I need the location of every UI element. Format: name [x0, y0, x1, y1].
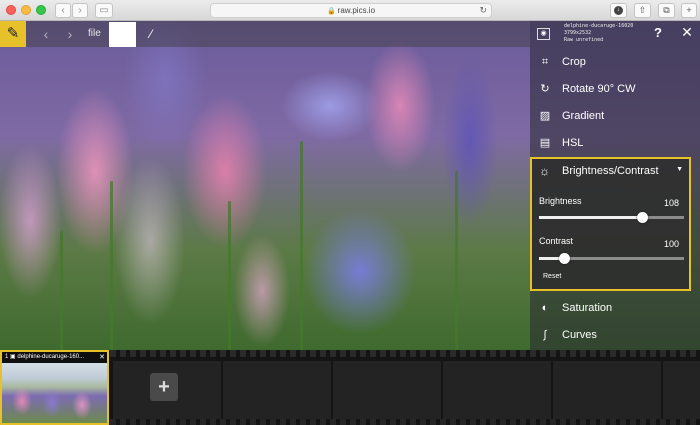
filmstrip-thumbnail[interactable]: 1 ▣ delphine-ducaruge-160... ✕ [0, 350, 109, 425]
flower-stem [300, 141, 303, 350]
rotate-icon: ↻ [540, 83, 550, 95]
menu-item-rotate[interactable]: ↻ Rotate 90° CW [530, 76, 700, 102]
thumbnail-index: 1 [5, 354, 9, 360]
window-close-button[interactable] [6, 5, 16, 15]
add-image-button[interactable]: + [150, 373, 178, 401]
new-tab-button[interactable]: + [681, 3, 697, 18]
hsl-icon: ▤ [539, 137, 551, 149]
collapse-arrow-icon[interactable]: ▼ [676, 166, 683, 173]
pencil-icon: ✎ [6, 25, 20, 42]
brightness-contrast-section: ☼ Brightness/Contrast ▼ Brightness 108 C… [530, 157, 691, 291]
menu-item-label: Rotate 90° CW [562, 83, 636, 95]
share-icon: ⇧ [638, 5, 647, 15]
close-icon[interactable]: ✕ [680, 24, 694, 41]
flower-stem [110, 181, 113, 350]
menu-item-label: Crop [562, 56, 586, 68]
back-button[interactable]: ‹ [55, 3, 71, 18]
lock-icon: 🔒 [326, 8, 336, 15]
url-text: raw.pics.io [337, 6, 376, 15]
gradient-icon: ▨ [539, 110, 551, 122]
sidebar-toggle-button[interactable]: ▭ [95, 3, 113, 18]
flower-stem [455, 171, 458, 350]
downloads-button[interactable]: ↓ [610, 3, 627, 18]
empty-frame [663, 361, 700, 419]
image-metadata: delphine-ducaruge-16020 3799x2532 Raw un… [564, 23, 648, 44]
slider-knob[interactable] [558, 253, 570, 264]
menu-item-hsl[interactable]: ▤ HSL [530, 130, 700, 156]
file-menu[interactable]: file [88, 21, 101, 47]
close-icon[interactable]: ✕ [99, 352, 105, 363]
thumbnail-image [2, 363, 107, 423]
flower-stem [228, 201, 231, 350]
empty-frame [553, 361, 661, 419]
menu-item-crop[interactable]: ⌗ Crop [530, 49, 700, 75]
curves-icon: ∫ [543, 329, 547, 341]
address-bar[interactable]: 🔒 raw.pics.io ↻ [210, 3, 492, 18]
metadata-line: delphine-ducaruge-16020 [564, 23, 634, 29]
contrast-slider[interactable] [539, 253, 684, 264]
empty-frame [333, 361, 441, 419]
contrast-label: Contrast [539, 236, 574, 246]
crop-icon: ⌗ [541, 56, 549, 68]
metadata-line: Raw unrefined [564, 37, 604, 43]
tabs-icon: ⧉ [663, 5, 670, 15]
download-icon: ↓ [614, 6, 623, 16]
tabs-button[interactable]: ⧉ [658, 3, 675, 18]
menu-item-label: HSL [562, 137, 584, 149]
help-icon[interactable]: ? [654, 25, 664, 40]
panel-header: ◉ delphine-ducaruge-16020 3799x2532 Raw … [530, 21, 700, 47]
sun-icon: ☼ [539, 164, 550, 178]
eyedropper-icon[interactable]: ⁄ [143, 21, 159, 47]
menu-item-gradient[interactable]: ▨ Gradient [530, 103, 700, 129]
empty-frame [223, 361, 331, 419]
undo-icon[interactable]: ‹ [38, 21, 54, 47]
window-maximize-button[interactable] [36, 5, 46, 15]
plus-icon: + [686, 5, 692, 15]
contrast-value: 100 [663, 239, 679, 249]
thumbnail-name: delphine-ducaruge-160... [17, 354, 85, 360]
share-button[interactable]: ⇧ [634, 3, 651, 18]
app-window: ‹ › ▭ 🔒 raw.pics.io ↻ ↓ ⇧ ⧉ + ✎ ‹ › file… [0, 0, 700, 425]
color-swatch[interactable] [109, 22, 136, 47]
sidebar-icon: ▭ [99, 5, 109, 16]
image-info-icon[interactable]: ◉ [537, 28, 550, 40]
thumbnail-header: 1 ▣ delphine-ducaruge-160... ✕ [2, 352, 107, 363]
editor-toolbar: ✎ ‹ › file ⁄ [0, 21, 530, 47]
slider-fill [539, 216, 642, 219]
slider-knob[interactable] [636, 212, 648, 223]
reset-button[interactable]: Reset [539, 272, 565, 281]
edit-mode-button[interactable]: ✎ [0, 21, 26, 47]
redo-icon[interactable]: › [62, 21, 78, 47]
menu-item-saturation[interactable]: ◐ Saturation [530, 295, 700, 321]
section-title[interactable]: Brightness/Contrast [562, 165, 659, 177]
menu-item-label: Gradient [562, 110, 605, 122]
reload-icon[interactable]: ↻ [479, 4, 487, 17]
forward-button[interactable]: › [72, 3, 88, 18]
menu-item-label: Saturation [562, 302, 613, 314]
brightness-slider[interactable] [539, 212, 684, 223]
menu-item-curves[interactable]: ∫ Curves [530, 322, 700, 348]
saturation-icon: ◐ [541, 302, 549, 314]
browser-toolbar: ‹ › ▭ 🔒 raw.pics.io ↻ ↓ ⇧ ⧉ + [0, 0, 700, 21]
metadata-line: 3799x2532 [564, 30, 592, 36]
brightness-value: 108 [663, 198, 679, 208]
menu-item-label: Curves [562, 329, 597, 341]
window-minimize-button[interactable] [21, 5, 31, 15]
brightness-label: Brightness [539, 196, 582, 206]
empty-frame [443, 361, 551, 419]
flower-stem [60, 231, 63, 350]
